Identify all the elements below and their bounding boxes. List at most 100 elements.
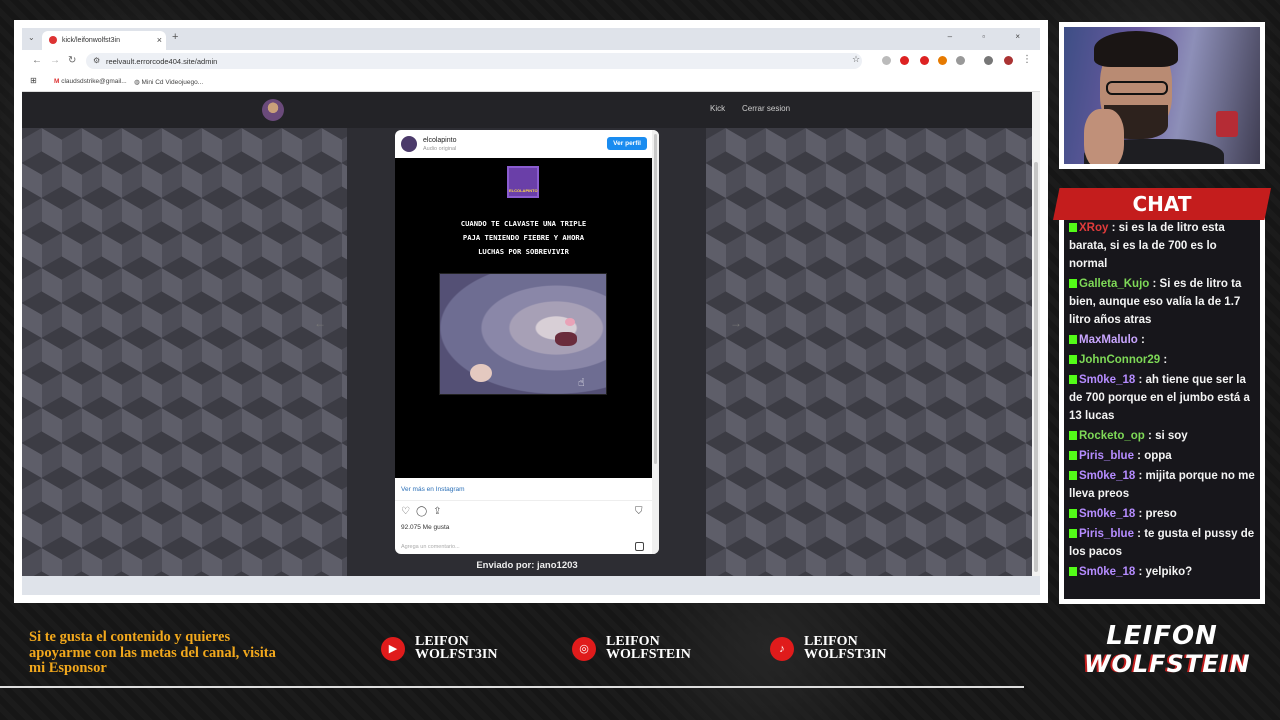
close-tab-icon[interactable]: × [157,35,162,45]
chat-separator: : [1135,470,1146,482]
avatar[interactable] [401,136,417,152]
like-icon[interactable]: ♡ [401,506,416,517]
post-actions: ♡◯⇪ [401,506,448,517]
extension-icon[interactable] [900,56,909,65]
chat-overlay: CHAT Sm0ke_18 : XRoy : si es la de litro… [1053,184,1271,604]
forward-icon[interactable]: → [50,55,60,66]
prev-arrow-icon[interactable]: ← [314,316,326,330]
chat-separator: : [1108,222,1119,234]
chat-message: Rocketo_op : si soy [1069,427,1257,445]
chat-message-list: Sm0ke_18 : XRoy : si es la de litro esta… [1069,205,1257,583]
chat-username[interactable]: MaxMalulo [1079,334,1138,346]
reload-icon[interactable]: ↻ [68,55,76,66]
chat-username[interactable]: JohnConnor29 [1079,354,1160,366]
menu-icon[interactable]: ⋮ [1022,54,1032,65]
chat-message: MaxMalulo : [1069,331,1257,349]
site-info-icon[interactable]: ⚙ [93,56,100,65]
chat-separator: : [1133,528,1145,540]
bookmarks-bar: ⊞ M claudsdstrike@gmail... ◍ Mini Cd Vid… [22,72,1040,92]
comment-icon[interactable]: ◯ [416,506,433,517]
chat-message: JohnConnor29 : [1069,351,1257,369]
badge-icon [1069,375,1077,384]
extension-icon[interactable] [938,56,947,65]
chat-message: Sm0ke_18 : preso [1069,505,1257,523]
like-count: 92.075 Me gusta [401,524,450,531]
badge-icon [1069,529,1077,538]
nav-link-kick[interactable]: Kick [710,104,725,113]
webcam-feed [1059,22,1265,169]
overlay-footer: Si te gusta el contenido y quieres apoya… [0,612,1280,720]
share-icon[interactable]: ⇪ [433,506,447,517]
browser-tab[interactable]: kick/leifonwolfst3in × [42,31,166,50]
globe-icon: ◍ [134,79,140,86]
chat-username[interactable]: Sm0ke_18 [1079,508,1135,520]
stream-overlay: ⌄ kick/leifonwolfst3in × + – ▫ × ← → ↻ ⚙… [0,0,1280,720]
background-pattern-right [706,128,1032,576]
chat-message: Piris_blue : te gusta el pussy de los pa… [1069,525,1257,561]
tiktok-icon: ♪ [770,637,794,661]
new-tab-button[interactable]: + [172,31,178,43]
back-icon[interactable]: ← [32,55,42,66]
brand-logo: LEIFON WOLFSTEIN [1084,621,1251,678]
tab-title: kick/leifonwolfst3in [62,37,120,44]
bookmark-star-icon[interactable]: ☆ [852,54,860,65]
window-controls[interactable]: – ▫ × [948,32,1034,41]
extension-icon[interactable] [984,56,993,65]
chat-separator: : [1144,430,1156,442]
post-audio[interactable]: Audio original [423,146,456,152]
chat-text: oppa [1144,450,1172,462]
chat-username[interactable]: Galleta_Kujo [1079,278,1149,290]
save-icon[interactable]: ⛉ [635,506,643,517]
chat-username[interactable]: XRoy [1079,222,1108,234]
chat-separator: : [1137,334,1145,346]
chat-username[interactable]: Piris_blue [1079,528,1134,540]
view-profile-button[interactable]: Ver perfil [607,137,647,150]
embed-scrollbar[interactable] [652,130,659,554]
bookmark-mini-cd[interactable]: ◍ Mini Cd Videojuego... [134,78,203,86]
badge-icon [1069,431,1077,440]
view-more-link[interactable]: Ver más en Instagram [401,486,465,493]
sponsor-promo: Si te gusta el contenido y quieres apoya… [29,629,276,676]
url-input[interactable]: ⚙ reelvault.errorcode404.site/admin [86,53,862,69]
chat-username[interactable]: Sm0ke_18 [1079,566,1135,578]
chat-messages: Sm0ke_18 : XRoy : si es la de litro esta… [1064,205,1260,599]
badge-icon [1069,279,1077,288]
profile-avatar[interactable] [1004,56,1013,65]
youtube-icon: ▶ [381,637,405,661]
instagram-icon: ◎ [572,637,596,661]
post-username[interactable]: elcolapinto [423,137,456,144]
badge-icon [1069,471,1077,480]
chat-separator: : [1160,354,1168,366]
next-arrow-icon[interactable]: → [730,316,742,330]
instagram-icon[interactable] [635,542,644,551]
extension-icon[interactable] [920,56,929,65]
chat-separator: : [1135,374,1146,386]
extension-icon[interactable] [882,56,891,65]
sent-by-label: Enviado por: jano1203 [476,560,578,571]
bookmark-gmail[interactable]: M claudsdstrike@gmail... [54,78,127,85]
page-scrollbar[interactable] [1032,92,1040,576]
badge-icon [1069,509,1077,518]
site-header: Kick Cerrar sesion [22,92,1032,128]
reel-video[interactable]: ELCOLAPINTO CUANDO TE CLAVASTE UNA TRIPL… [395,158,652,478]
nav-link-logout[interactable]: Cerrar sesion [742,104,790,113]
chat-username[interactable]: Piris_blue [1079,450,1134,462]
badge-icon [1069,335,1077,344]
chat-message: Sm0ke_18 : yelpiko? [1069,563,1257,581]
video-caption: CUANDO TE CLAVASTE UNA TRIPLE PAJA TENIE… [460,219,587,256]
badge-icon [1069,355,1077,364]
mouse-cursor-icon: ☝ [578,377,585,389]
chat-username[interactable]: Sm0ke_18 [1079,470,1135,482]
site-logo[interactable] [262,99,284,121]
divider [0,686,1024,688]
chat-username[interactable]: Sm0ke_18 [1079,374,1135,386]
puzzle-icon[interactable] [956,56,965,65]
chat-message: Piris_blue : oppa [1069,447,1257,465]
screen-capture-frame: ⌄ kick/leifonwolfst3in × + – ▫ × ← → ↻ ⚙… [14,20,1048,603]
comment-input[interactable]: Agrega un comentario... [401,544,460,550]
kick-favicon-icon [49,36,57,44]
chat-username[interactable]: Rocketo_op [1079,430,1145,442]
tab-bar: ⌄ kick/leifonwolfst3in × + – ▫ × [22,28,1040,50]
tab-list-icon[interactable]: ⌄ [28,33,35,42]
apps-icon[interactable]: ⊞ [30,76,37,85]
